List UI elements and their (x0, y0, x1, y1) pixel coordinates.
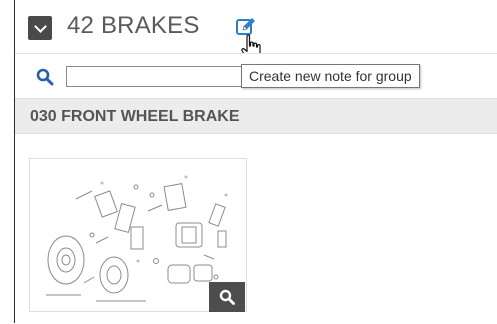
magnifier-icon (219, 289, 235, 305)
group-title: 42 BRAKES (67, 12, 200, 39)
zoom-button[interactable] (209, 282, 245, 312)
section-header: 030 FRONT WHEEL BRAKE (15, 98, 497, 134)
chevron-down-icon (34, 20, 47, 33)
group-panel: Create new note for group 030 FRONT WHEE… (15, 53, 497, 324)
create-note-tooltip: Create new note for group (241, 64, 420, 88)
search-icon[interactable] (36, 68, 54, 86)
group-header: 42 BRAKES (15, 0, 497, 61)
brake-diagram-image (46, 175, 228, 302)
collapse-group-button[interactable] (28, 16, 52, 40)
section-title: 030 FRONT WHEEL BRAKE (30, 108, 240, 125)
